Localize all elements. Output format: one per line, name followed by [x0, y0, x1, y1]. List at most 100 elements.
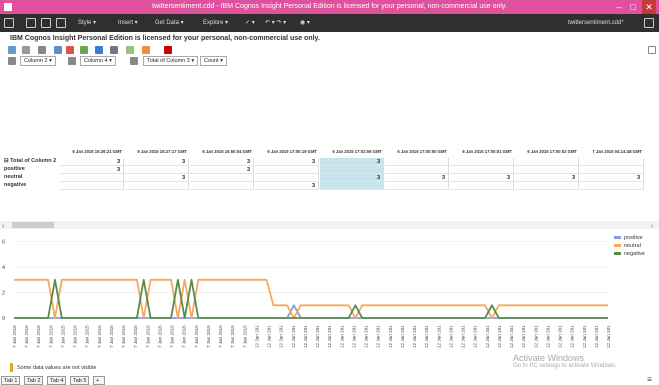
- table-cell[interactable]: [580, 158, 644, 166]
- tab-2[interactable]: Tab 2: [24, 376, 44, 385]
- tab-1[interactable]: Tab 1: [1, 376, 21, 385]
- col-header[interactable]: 6 Jan 2015 16:50:04 GMT: [190, 149, 254, 154]
- table-cell[interactable]: [580, 182, 644, 190]
- table-cell[interactable]: [320, 182, 384, 190]
- table-cell[interactable]: [515, 166, 579, 174]
- x-tick-label: 12 Jan 201: [303, 325, 308, 348]
- col-header[interactable]: 6 Jan 2015 17:00:50 GMT: [385, 149, 449, 154]
- redo-icon[interactable]: ↶ ▾ ↷ ▾: [265, 14, 286, 32]
- table-cell[interactable]: 3: [320, 174, 384, 182]
- minimize-icon[interactable]: –: [612, 0, 626, 14]
- filter-icon[interactable]: [38, 46, 46, 54]
- format-icon[interactable]: [126, 46, 134, 54]
- scroll-thumb[interactable]: [12, 222, 54, 228]
- series-line-neutral[interactable]: [14, 278, 608, 319]
- table-cell[interactable]: 3: [255, 182, 319, 190]
- table-cell[interactable]: [60, 174, 124, 182]
- col-header[interactable]: 6 Jan 2015 15:27:17 GMT: [125, 149, 189, 154]
- table-cell[interactable]: [450, 166, 514, 174]
- help-icon[interactable]: ◉ ▾: [300, 14, 310, 32]
- table-cell[interactable]: [385, 166, 449, 174]
- col-header[interactable]: 6 Jan 2015 15:26:21 GMT: [60, 149, 124, 154]
- menu-explore[interactable]: Explore ▾: [203, 14, 228, 32]
- chart-icon[interactable]: [80, 46, 88, 54]
- menu-style[interactable]: Style ▾: [78, 14, 96, 32]
- columns-dropdown[interactable]: Column 4 ▾: [80, 56, 116, 66]
- calc-icon[interactable]: [54, 46, 62, 54]
- panel-icon[interactable]: [644, 18, 654, 28]
- new-icon[interactable]: [26, 18, 36, 28]
- series-line-negative[interactable]: [14, 278, 608, 319]
- table-cell[interactable]: [580, 166, 644, 174]
- row-label[interactable]: neutral: [4, 174, 22, 180]
- watermark-sub: Go to PC settings to activate Windows.: [513, 363, 617, 369]
- legend-item-negative[interactable]: negative: [614, 250, 645, 258]
- table-cell[interactable]: [385, 158, 449, 166]
- count-dropdown[interactable]: Count ▾: [200, 56, 227, 66]
- menu-insert[interactable]: Insert ▾: [118, 14, 138, 32]
- table-cell[interactable]: 3: [190, 158, 254, 166]
- app-menu-icon[interactable]: [4, 18, 14, 28]
- sort-icon[interactable]: [8, 46, 16, 54]
- table-cell[interactable]: [385, 182, 449, 190]
- row-label[interactable]: ⊟ Total of Column 2: [4, 158, 56, 164]
- table-cell[interactable]: 3: [255, 158, 319, 166]
- table-cell[interactable]: [60, 182, 124, 190]
- col-header[interactable]: 6 Jan 2015 17:00:01 GMT: [450, 149, 514, 154]
- table-cell[interactable]: 3: [60, 166, 124, 174]
- data-icon[interactable]: [95, 46, 103, 54]
- save-icon[interactable]: [56, 18, 66, 28]
- rows-dropdown[interactable]: Column 2 ▾: [20, 56, 56, 66]
- table-cell[interactable]: [125, 166, 189, 174]
- table-cell[interactable]: [450, 182, 514, 190]
- table-cell[interactable]: [255, 166, 319, 174]
- legend-item-positive[interactable]: positive: [614, 234, 645, 242]
- col-header[interactable]: 6 Jan 2015 17:00:02 GMT: [515, 149, 579, 154]
- col-header[interactable]: 7 Jan 2015 04:14:48 GMT: [580, 149, 644, 154]
- watermark-title: Activate Windows: [513, 353, 585, 363]
- table-cell[interactable]: 3: [515, 174, 579, 182]
- table-cell[interactable]: [125, 182, 189, 190]
- table-cell[interactable]: 3: [125, 174, 189, 182]
- col-header[interactable]: 6 Jan 2015 17:02:56 GMT: [320, 149, 384, 154]
- table-cell[interactable]: 3: [190, 166, 254, 174]
- table-cell[interactable]: [450, 158, 514, 166]
- data-warning: Some data values are not visible: [10, 363, 97, 372]
- close-icon[interactable]: ✕: [642, 0, 656, 14]
- clear-icon[interactable]: [66, 46, 74, 54]
- table-cell[interactable]: [255, 174, 319, 182]
- table-cell[interactable]: [515, 158, 579, 166]
- x-tick-label: 7 Jan 2015: [12, 325, 17, 348]
- tab-menu-icon[interactable]: ☰: [645, 376, 654, 385]
- maximize-icon[interactable]: □: [626, 0, 640, 14]
- open-icon[interactable]: [41, 18, 51, 28]
- measure-dropdown[interactable]: Total of Column 3 ▾: [143, 56, 199, 66]
- table-cell[interactable]: 3: [320, 158, 384, 166]
- table-cell[interactable]: 3: [385, 174, 449, 182]
- table-cell[interactable]: 3: [125, 158, 189, 166]
- table-cell[interactable]: [190, 182, 254, 190]
- row-label[interactable]: positive: [4, 166, 25, 172]
- col-header[interactable]: 6 Jan 2015 17:00:19 GMT: [255, 149, 319, 154]
- expand-icon[interactable]: [648, 46, 656, 54]
- x-tick-label: 7 Jan 2015: [170, 325, 175, 348]
- table-cell[interactable]: [320, 166, 384, 174]
- color-icon[interactable]: [142, 46, 150, 54]
- table-cell[interactable]: [515, 182, 579, 190]
- swap-icon[interactable]: [22, 46, 30, 54]
- export-icon[interactable]: [164, 46, 172, 54]
- tab-4[interactable]: Tab 4: [47, 376, 67, 385]
- add-tab-icon[interactable]: +: [93, 376, 105, 385]
- legend-item-neutral[interactable]: neutral: [614, 242, 645, 250]
- undo-icon[interactable]: ✓ ▾: [245, 14, 255, 32]
- table-cell[interactable]: [190, 174, 254, 182]
- tab-5[interactable]: Tab 5: [70, 376, 90, 385]
- series-line-positive[interactable]: [14, 304, 608, 319]
- horizontal-scrollbar[interactable]: ‹ ›: [0, 221, 659, 229]
- row-label[interactable]: negative: [4, 182, 26, 188]
- table-cell[interactable]: 3: [580, 174, 644, 182]
- menu-get-data[interactable]: Get Data ▾: [155, 14, 184, 32]
- table-cell[interactable]: 3: [60, 158, 124, 166]
- table-cell[interactable]: 3: [450, 174, 514, 182]
- grid-icon[interactable]: [110, 46, 118, 54]
